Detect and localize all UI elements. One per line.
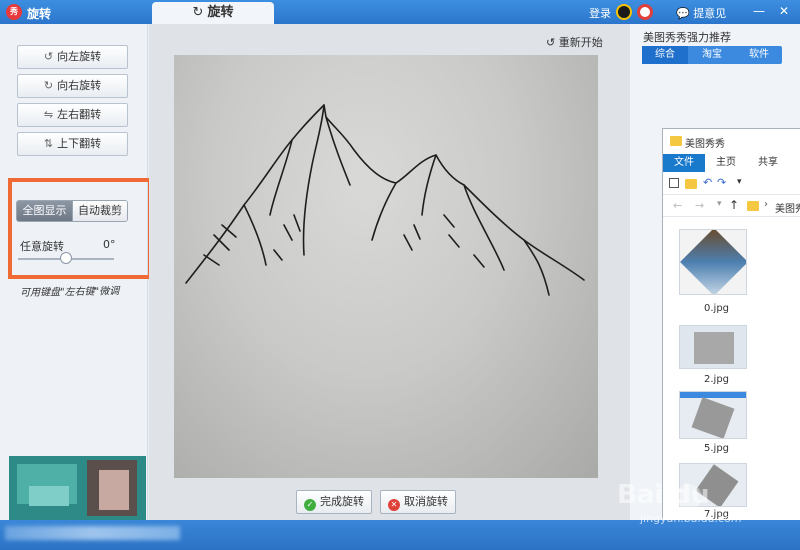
address-bar: ← → ▾ ↑ › 美图秀 bbox=[663, 195, 800, 217]
folder-icon bbox=[670, 136, 682, 146]
reset-icon: ↺ bbox=[546, 36, 556, 49]
chevron-down-icon[interactable]: ▾ bbox=[717, 199, 722, 209]
reset-button[interactable]: ↺ 重新开始 bbox=[546, 34, 603, 50]
confirm-rotate-button[interactable]: ✓ 完成旋转 bbox=[296, 490, 372, 514]
blurred-status-text bbox=[5, 526, 180, 540]
chat-icon: 💬 bbox=[676, 7, 694, 20]
up-icon[interactable]: ↑ bbox=[729, 198, 739, 212]
rotate-right-icon: ↻ bbox=[43, 79, 54, 92]
properties-icon[interactable] bbox=[669, 178, 679, 188]
back-icon[interactable]: ← bbox=[673, 199, 682, 212]
feedback-link[interactable]: 💬 提意见 bbox=[676, 5, 726, 21]
close-icon[interactable]: ✕ bbox=[772, 0, 796, 22]
file-thumbnail-0[interactable] bbox=[679, 229, 747, 295]
tab-taobao[interactable]: 淘宝 bbox=[689, 46, 735, 64]
cancel-icon: ✕ bbox=[388, 499, 400, 511]
flip-vertical-button[interactable]: ⇅ 上下翻转 bbox=[17, 132, 128, 156]
ribbon-tab-file[interactable]: 文件 bbox=[663, 154, 705, 172]
recommend-tabs: 综合 淘宝 软件 bbox=[642, 46, 782, 64]
path-folder-icon bbox=[747, 201, 759, 211]
file-thumbnail-2[interactable] bbox=[679, 325, 747, 369]
rotate-icon: ↻ bbox=[192, 5, 204, 20]
login-link[interactable]: 登录 bbox=[589, 5, 611, 21]
explorer-ribbon: 文件 主页 共享 bbox=[663, 154, 800, 172]
rotate-left-label: 向左旋转 bbox=[57, 50, 102, 63]
ribbon-tab-share[interactable]: 共享 bbox=[753, 154, 783, 172]
keyboard-hint: 可用键盘"左右键"微调 bbox=[19, 286, 120, 299]
weibo-icon[interactable] bbox=[637, 4, 653, 20]
flip-horizontal-icon: ⇋ bbox=[43, 108, 54, 121]
file-name-0[interactable]: 0.jpg bbox=[704, 303, 729, 314]
path-separator: › bbox=[764, 199, 768, 210]
explorer-title: 美图秀秀 bbox=[685, 139, 725, 150]
flip-vertical-icon: ⇅ bbox=[43, 137, 54, 150]
file-name-5[interactable]: 5.jpg bbox=[704, 443, 729, 454]
highlight-annotation-box bbox=[8, 178, 152, 279]
baidu-watermark-url: jingyan.baidu.com bbox=[640, 512, 742, 525]
rotate-left-icon: ↺ bbox=[43, 50, 54, 63]
rotate-slider-thumb[interactable] bbox=[60, 252, 72, 264]
tab-rotate[interactable]: ↻ 旋转 bbox=[152, 2, 274, 24]
minimize-icon[interactable]: — bbox=[747, 0, 771, 22]
rotate-left-button[interactable]: ↺ 向左旋转 bbox=[17, 45, 128, 69]
file-name-2[interactable]: 2.jpg bbox=[704, 374, 729, 385]
feedback-label: 提意见 bbox=[693, 7, 727, 20]
forward-icon[interactable]: → bbox=[695, 199, 704, 212]
reset-label: 重新开始 bbox=[558, 36, 603, 49]
file-thumbnail-5[interactable] bbox=[679, 391, 747, 439]
ribbon-tab-home[interactable]: 主页 bbox=[711, 154, 741, 172]
address-path[interactable]: 美图秀 bbox=[775, 200, 800, 215]
qq-icon[interactable] bbox=[616, 4, 632, 20]
rotate-right-button[interactable]: ↻ 向右旋转 bbox=[17, 74, 128, 98]
title-bar: 秀 旋转 ↻ 旋转 登录 💬 提意见 — ✕ bbox=[0, 0, 800, 24]
mountain-drawing bbox=[185, 104, 585, 296]
quick-access-toolbar: ↶ ↷ ▾ bbox=[663, 173, 800, 195]
flip-horizontal-label: 左右翻转 bbox=[57, 108, 102, 121]
recommend-title: 美图秀秀强力推荐 bbox=[643, 31, 731, 44]
cancel-rotate-label: 取消旋转 bbox=[404, 495, 448, 508]
chevron-down-icon[interactable]: ▾ bbox=[737, 177, 742, 187]
app-title: 旋转 bbox=[27, 7, 52, 21]
new-folder-icon[interactable] bbox=[685, 179, 697, 189]
tab-software[interactable]: 软件 bbox=[736, 46, 782, 64]
display-mode-toggle: 全图显示 自动裁剪 bbox=[16, 200, 128, 222]
undo-icon[interactable]: ↶ bbox=[703, 176, 712, 189]
check-icon: ✓ bbox=[304, 499, 316, 511]
auto-crop-button[interactable]: 自动裁剪 bbox=[72, 201, 127, 221]
app-logo-icon: 秀 bbox=[6, 4, 22, 20]
full-display-button[interactable]: 全图显示 bbox=[17, 201, 72, 221]
confirm-rotate-label: 完成旋转 bbox=[320, 495, 364, 508]
redo-icon[interactable]: ↷ bbox=[717, 176, 726, 189]
tab-general[interactable]: 综合 bbox=[642, 46, 688, 64]
rotate-right-label: 向右旋转 bbox=[57, 79, 102, 92]
cancel-rotate-button[interactable]: ✕ 取消旋转 bbox=[380, 490, 456, 514]
mountain-sketch-image bbox=[174, 55, 598, 478]
blurred-thumbnail bbox=[9, 456, 146, 520]
baidu-watermark: Bai du bbox=[617, 480, 710, 510]
flip-vertical-label: 上下翻转 bbox=[57, 137, 102, 150]
free-rotate-label: 任意旋转 bbox=[20, 240, 64, 253]
tab-rotate-label: 旋转 bbox=[207, 5, 234, 20]
rotate-angle-value: 0° bbox=[103, 238, 116, 251]
flip-horizontal-button[interactable]: ⇋ 左右翻转 bbox=[17, 103, 128, 127]
